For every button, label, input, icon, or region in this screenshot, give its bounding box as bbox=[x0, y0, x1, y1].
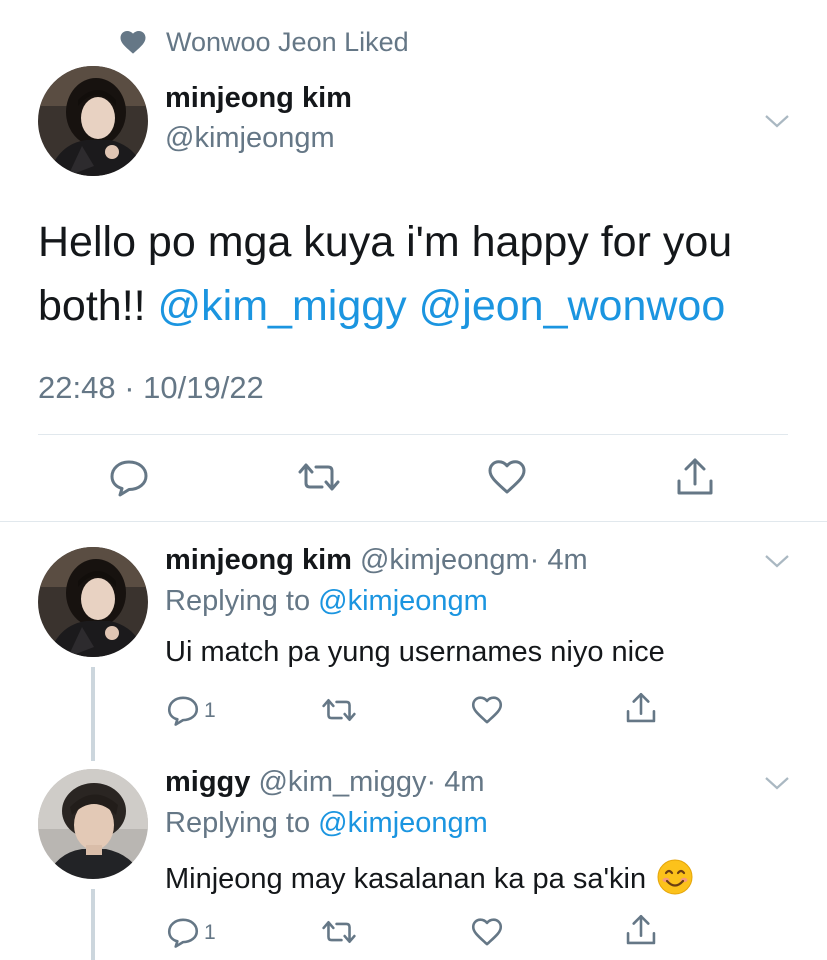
retweet-icon[interactable] bbox=[322, 915, 356, 949]
author-display-name[interactable]: minjeong kim bbox=[165, 82, 352, 115]
replying-to-label: Replying to bbox=[165, 807, 319, 839]
replying-to-link[interactable]: @kimjeongm bbox=[318, 807, 488, 839]
like-icon[interactable] bbox=[486, 456, 528, 498]
reply-text: Ui match pa yung usernames niyo nice bbox=[165, 636, 665, 668]
social-context-text: Wonwoo Jeon Liked bbox=[166, 26, 409, 57]
reply-display-name[interactable]: miggy bbox=[165, 766, 250, 798]
like-icon[interactable] bbox=[470, 693, 504, 727]
reply-text: Minjeong may kasalanan ka pa sa'kin bbox=[165, 858, 694, 896]
mention-link[interactable]: @kim_miggy bbox=[158, 282, 407, 330]
chevron-down-icon[interactable] bbox=[763, 112, 791, 130]
retweet-icon[interactable] bbox=[298, 456, 340, 498]
divider bbox=[38, 434, 788, 435]
share-icon[interactable] bbox=[674, 456, 716, 498]
avatar-minjeong[interactable] bbox=[38, 547, 148, 657]
tweet-timestamp[interactable]: 22:48 · 10/19/22 bbox=[38, 370, 264, 406]
author-handle[interactable]: @kimjeongm bbox=[165, 122, 335, 155]
reply-header: miggy @kim_miggy· 4m bbox=[165, 766, 485, 799]
chevron-down-icon[interactable] bbox=[763, 552, 791, 570]
smiling-face-emoji bbox=[657, 859, 693, 895]
reply-count: 1 bbox=[204, 921, 216, 944]
heart-icon bbox=[120, 31, 146, 54]
share-icon[interactable] bbox=[624, 913, 658, 947]
replying-to-link[interactable]: @kimjeongm bbox=[318, 585, 488, 617]
like-icon[interactable] bbox=[470, 915, 504, 949]
thread-line bbox=[91, 667, 95, 761]
reply-icon[interactable] bbox=[166, 693, 200, 727]
divider bbox=[0, 521, 827, 522]
share-icon[interactable] bbox=[624, 691, 658, 725]
replying-to-label: Replying to bbox=[165, 585, 319, 617]
tweet-text: Hello po mga kuya i'm happy for you both… bbox=[38, 210, 798, 338]
social-context: Wonwoo Jeon Liked bbox=[118, 22, 409, 62]
reply-count: 1 bbox=[204, 699, 216, 722]
reply-time[interactable]: · 4m bbox=[530, 544, 588, 576]
reply-display-name[interactable]: minjeong kim bbox=[165, 544, 352, 576]
replying-to: Replying to @kimjeongm bbox=[165, 585, 488, 618]
chevron-down-icon[interactable] bbox=[763, 774, 791, 792]
reply-time[interactable]: · 4m bbox=[427, 766, 485, 798]
reply-icon[interactable] bbox=[108, 456, 150, 498]
reply-handle[interactable]: @kimjeongm bbox=[360, 544, 530, 576]
retweet-icon[interactable] bbox=[322, 693, 356, 727]
thread-line bbox=[91, 889, 95, 960]
reply-handle[interactable]: @kim_miggy bbox=[258, 766, 426, 798]
reply-icon[interactable] bbox=[166, 915, 200, 949]
reply-header: minjeong kim @kimjeongm· 4m bbox=[165, 544, 588, 577]
replying-to: Replying to @kimjeongm bbox=[165, 807, 488, 840]
avatar-miggy[interactable] bbox=[38, 769, 148, 879]
avatar-minjeong[interactable] bbox=[38, 66, 148, 176]
mention-link[interactable]: @jeon_wonwoo bbox=[419, 282, 726, 330]
reply-text-body: Minjeong may kasalanan ka pa sa'kin bbox=[165, 863, 647, 895]
